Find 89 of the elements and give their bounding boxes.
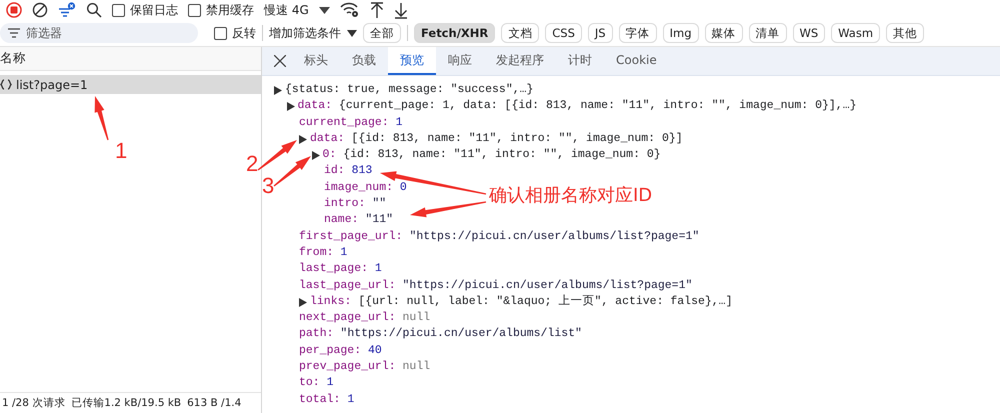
detail-tab[interactable]: Cookie: [604, 47, 669, 75]
filter-icon: [8, 28, 20, 38]
property-value: "": [372, 196, 386, 212]
annotation-arrow: [274, 156, 311, 186]
property-value: 1: [326, 375, 334, 392]
property-value: [{url: null, label: "&laquo; 上一页", active: false},…]: [358, 294, 732, 310]
detail-tab[interactable]: 响应: [436, 47, 484, 75]
property-key: from:: [299, 244, 334, 262]
close-icon[interactable]: [274, 55, 286, 67]
filter-settings-icon[interactable]: [58, 2, 76, 18]
type-filter-chip[interactable]: WS: [792, 23, 826, 43]
type-filter-chip[interactable]: 字体: [618, 23, 657, 43]
search-icon[interactable]: [86, 2, 102, 18]
caret-icon[interactable]: [347, 30, 357, 36]
property-key: 0:: [322, 147, 336, 164]
type-filter-chip[interactable]: 全部: [363, 23, 401, 43]
type-filter-chip[interactable]: CSS: [545, 23, 582, 43]
property-value: {current_page: 1, data: [{id: 813, name: "11", intro: "", image_num: 0}],…}: [338, 98, 857, 114]
invert-checkbox[interactable]: 反转: [214, 24, 256, 42]
annotation-arrow: [94, 96, 109, 140]
property-key: last_page:: [299, 261, 368, 278]
disable-cache-checkbox[interactable]: 禁用缓存: [188, 2, 254, 18]
property-key: last_page_url:: [299, 278, 396, 294]
type-filter-chip[interactable]: 媒体: [704, 23, 742, 43]
property-key: links:: [310, 294, 352, 310]
clear-icon[interactable]: [32, 2, 48, 18]
type-filter-chip[interactable]: Wasm: [831, 23, 880, 43]
type-filter-chip[interactable]: Img: [662, 23, 698, 43]
property-key: first_page_url:: [299, 228, 403, 245]
type-filter-chip[interactable]: JS: [588, 23, 613, 43]
record-icon[interactable]: [6, 2, 22, 18]
property-key: total:: [299, 392, 340, 408]
property-value: "https://picui.cn/user/albums/list": [340, 326, 582, 342]
status-text: 已传输1.2 kB/19.5 kB: [71, 396, 182, 410]
type-filter-chip[interactable]: Fetch/XHR: [414, 23, 496, 43]
download-icon[interactable]: [394, 2, 408, 18]
property-key: data:: [298, 98, 332, 115]
property-value: 1: [347, 392, 354, 408]
property-value: {status: true, message: "success",…}: [285, 82, 534, 98]
property-value: "11": [365, 212, 394, 228]
detail-tab[interactable]: 计时: [556, 47, 604, 75]
wifi-gear-icon[interactable]: [340, 2, 360, 18]
filter-field[interactable]: 筛选器: [0, 23, 198, 43]
annotation-arrow: [258, 140, 297, 170]
detail-tab[interactable]: 标头: [292, 47, 340, 75]
property-value: "https://picui.cn/user/albums/list?page=1": [402, 278, 692, 294]
detail-tab[interactable]: 负载: [340, 47, 388, 75]
property-key: image_num:: [324, 180, 394, 196]
detail-tab[interactable]: 发起程序: [484, 47, 556, 75]
property-value: [{id: 813, name: "11", intro: "", image_num: 0}]: [351, 130, 683, 147]
detail-tab[interactable]: 预览: [388, 47, 436, 75]
property-key: path:: [299, 326, 334, 343]
property-key: data:: [310, 130, 345, 148]
callout-label: 确认相册名称对应ID: [489, 187, 652, 205]
property-key: intro:: [324, 196, 366, 212]
property-value: {id: 813, name: "11", intro: "", image_num: 0}: [343, 147, 661, 164]
type-filter-chip[interactable]: 清单: [748, 23, 786, 43]
property-value: null: [402, 359, 430, 376]
type-filter-chip[interactable]: 其他: [886, 23, 924, 43]
caret-icon[interactable]: [318, 6, 330, 14]
annotation-number: 1: [115, 140, 128, 162]
property-value: 1: [374, 261, 382, 278]
upload-icon[interactable]: [370, 2, 384, 18]
property-value: 813: [352, 163, 372, 180]
column-header: 名称: [0, 50, 26, 67]
throttle-dropdown[interactable]: 慢速 4G: [264, 2, 309, 18]
property-key: next_page_url:: [299, 310, 396, 326]
property-key: to:: [299, 375, 320, 392]
type-filter-chip[interactable]: 文档: [501, 23, 540, 43]
status-text: 613 B /1.4: [187, 397, 242, 409]
json-braces-icon: [0, 79, 12, 90]
property-key: name:: [324, 212, 359, 229]
expand-triangle-icon[interactable]: [299, 298, 307, 306]
property-value: 1: [396, 114, 403, 131]
annotation-number: 3: [262, 175, 274, 197]
property-value: 1: [340, 244, 348, 261]
property-value: null: [402, 310, 430, 326]
property-value: 0: [400, 180, 407, 196]
property-value: "https://picui.cn/user/albums/list?page=1": [409, 228, 700, 245]
request-row[interactable]: list?page=1: [0, 75, 261, 94]
preserve-log-checkbox[interactable]: 保留日志: [112, 2, 178, 18]
property-key: current_page:: [299, 114, 389, 131]
status-text: 1 /28 次请求: [2, 396, 66, 410]
property-key: id:: [324, 163, 345, 180]
annotation-number: 2: [246, 153, 258, 175]
property-key: prev_page_url:: [299, 359, 396, 376]
more-filters-dropdown[interactable]: 增加筛选条件: [269, 24, 341, 42]
property-value: 40: [368, 342, 382, 359]
property-key: per_page:: [299, 342, 362, 360]
